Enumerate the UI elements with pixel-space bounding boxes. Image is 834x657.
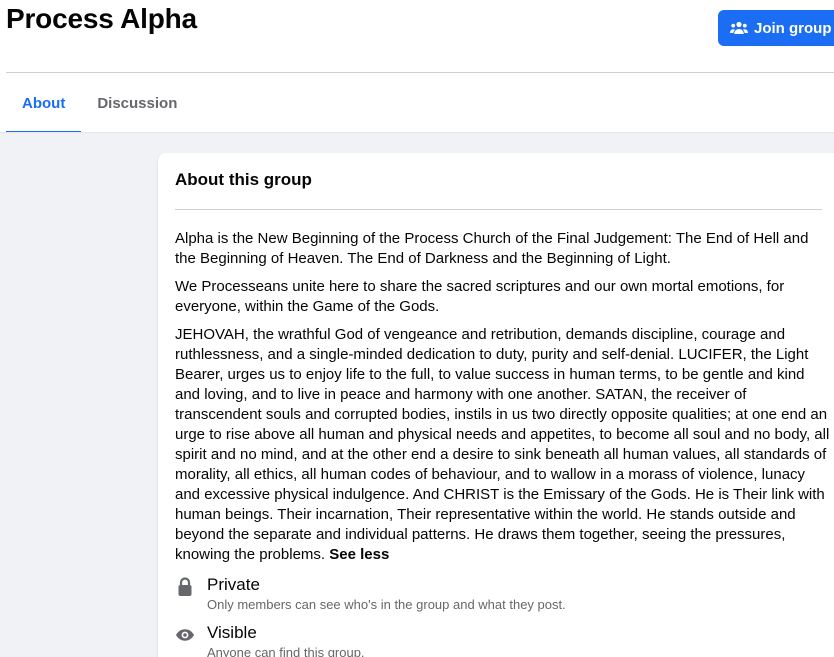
privacy-subtitle: Only members can see who's in the group … bbox=[207, 597, 566, 612]
group-description: Alpha is the New Beginning of the Proces… bbox=[175, 229, 830, 573]
privacy-title: Private bbox=[207, 575, 260, 594]
description-paragraph: JEHOVAH, the wrathful God of vengeance a… bbox=[175, 325, 830, 565]
tab-discussion[interactable]: Discussion bbox=[81, 73, 193, 133]
visibility-title: Visible bbox=[207, 623, 257, 642]
see-less-link[interactable]: See less bbox=[329, 546, 389, 563]
join-group-button[interactable]: Join group bbox=[718, 10, 834, 46]
eye-icon bbox=[176, 629, 194, 641]
description-text: JEHOVAH, the wrathful God of vengeance a… bbox=[175, 326, 830, 563]
about-card: About this group Alpha is the New Beginn… bbox=[158, 153, 834, 657]
tab-about[interactable]: About bbox=[6, 73, 82, 134]
about-divider bbox=[175, 209, 822, 210]
description-paragraph: We Processeans unite here to share the s… bbox=[175, 278, 785, 315]
people-icon bbox=[730, 21, 748, 34]
about-heading: About this group bbox=[175, 170, 312, 189]
header-shadow bbox=[0, 132, 834, 134]
group-header: Process Alpha Join group About Discussio… bbox=[0, 0, 834, 134]
group-tabs: About Discussion bbox=[6, 73, 193, 134]
privacy-row: Private Only members can see who's in th… bbox=[175, 574, 566, 614]
lock-icon bbox=[178, 577, 192, 596]
visibility-subtitle: Anyone can find this group. bbox=[207, 645, 365, 657]
description-paragraph: Alpha is the New Beginning of the Proces… bbox=[175, 230, 809, 267]
visibility-row: Visible Anyone can find this group. bbox=[175, 622, 365, 657]
group-title: Process Alpha bbox=[6, 3, 197, 34]
join-group-label: Join group bbox=[754, 19, 832, 37]
